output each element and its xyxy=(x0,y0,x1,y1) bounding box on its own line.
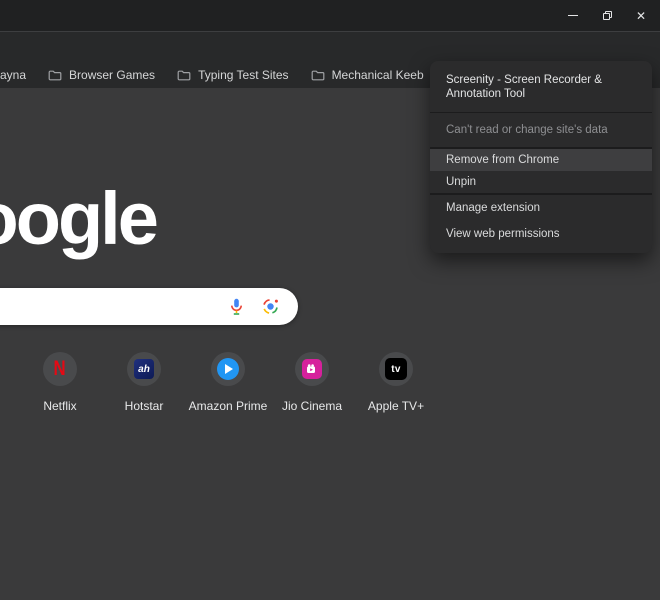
shortcut-jio-cinema[interactable]: Jio Cinema xyxy=(270,352,354,413)
browser-window: ✕ ★ xyxy=(0,0,660,600)
shortcut-netflix[interactable]: N Netflix xyxy=(18,352,102,413)
lens-search-button[interactable] xyxy=(261,297,280,316)
jio-cinema-logo xyxy=(302,359,322,379)
shortcut-label: Apple TV+ xyxy=(368,399,424,413)
lens-icon xyxy=(261,297,280,316)
shortcut-amazon-prime[interactable]: Amazon Prime xyxy=(186,352,270,413)
toolbar: ★ xyxy=(0,31,660,62)
bookmark-folder-typing-test-sites[interactable]: Typing Test Sites xyxy=(166,68,300,82)
window-controls: ✕ xyxy=(556,0,658,31)
bookmark-label: Typing Test Sites xyxy=(198,68,289,82)
restore-icon xyxy=(603,11,612,20)
minimize-button[interactable] xyxy=(556,0,590,31)
folder-icon xyxy=(48,69,62,81)
menu-item-unpin[interactable]: Unpin xyxy=(430,171,652,193)
folder-icon xyxy=(311,69,325,81)
shortcut-label: Netflix xyxy=(43,399,76,413)
bookmark-label: Browser Games xyxy=(69,68,155,82)
close-icon: ✕ xyxy=(636,10,646,22)
shortcut-label: Hotstar xyxy=(125,399,164,413)
bookmark-label: ayna xyxy=(0,68,26,82)
menu-item-manage-extension[interactable]: Manage extension xyxy=(430,195,652,221)
google-logo: Google xyxy=(0,176,156,261)
shortcut-label: Jio Cinema xyxy=(282,399,342,413)
voice-search-button[interactable] xyxy=(227,297,246,316)
shortcut-jio-cinema-tile xyxy=(295,352,329,386)
mic-icon xyxy=(227,297,246,316)
amazon-prime-logo xyxy=(217,358,239,380)
extension-context-menu: Screenity - Screen Recorder & Annotation… xyxy=(430,61,652,253)
shortcut-hotstar-tile: ah xyxy=(127,352,161,386)
shortcut-hotstar[interactable]: ah Hotstar xyxy=(102,352,186,413)
close-button[interactable]: ✕ xyxy=(624,0,658,31)
extension-site-access-status: Can't read or change site's data xyxy=(430,113,652,147)
shortcut-tiles: N Netflix ah Hotstar Amazon Prime xyxy=(18,352,438,413)
search-bar[interactable] xyxy=(0,288,298,325)
bookmark-item-ayna[interactable]: ayna xyxy=(0,68,37,82)
menu-item-view-web-permissions[interactable]: View web permissions xyxy=(430,221,652,247)
shortcut-amazon-prime-tile xyxy=(211,352,245,386)
extension-menu-title: Screenity - Screen Recorder & Annotation… xyxy=(430,61,652,112)
restore-button[interactable] xyxy=(590,0,624,31)
netflix-logo: N xyxy=(54,357,66,381)
menu-item-remove-from-chrome[interactable]: Remove from Chrome xyxy=(430,149,652,171)
shortcut-apple-tv[interactable]: tv Apple TV+ xyxy=(354,352,438,413)
bookmark-label: Mechanical Keeb xyxy=(332,68,424,82)
folder-icon xyxy=(177,69,191,81)
bookmark-folder-browser-games[interactable]: Browser Games xyxy=(37,68,166,82)
minimize-icon xyxy=(568,15,578,17)
shortcut-netflix-tile: N xyxy=(43,352,77,386)
apple-tv-logo: tv xyxy=(385,358,407,380)
shortcut-label: Amazon Prime xyxy=(189,399,268,413)
hotstar-logo: ah xyxy=(134,359,154,379)
bookmark-folder-mechanical-keeb[interactable]: Mechanical Keeb xyxy=(300,68,435,82)
titlebar: ✕ xyxy=(0,0,660,31)
shortcut-apple-tv-tile: tv xyxy=(379,352,413,386)
